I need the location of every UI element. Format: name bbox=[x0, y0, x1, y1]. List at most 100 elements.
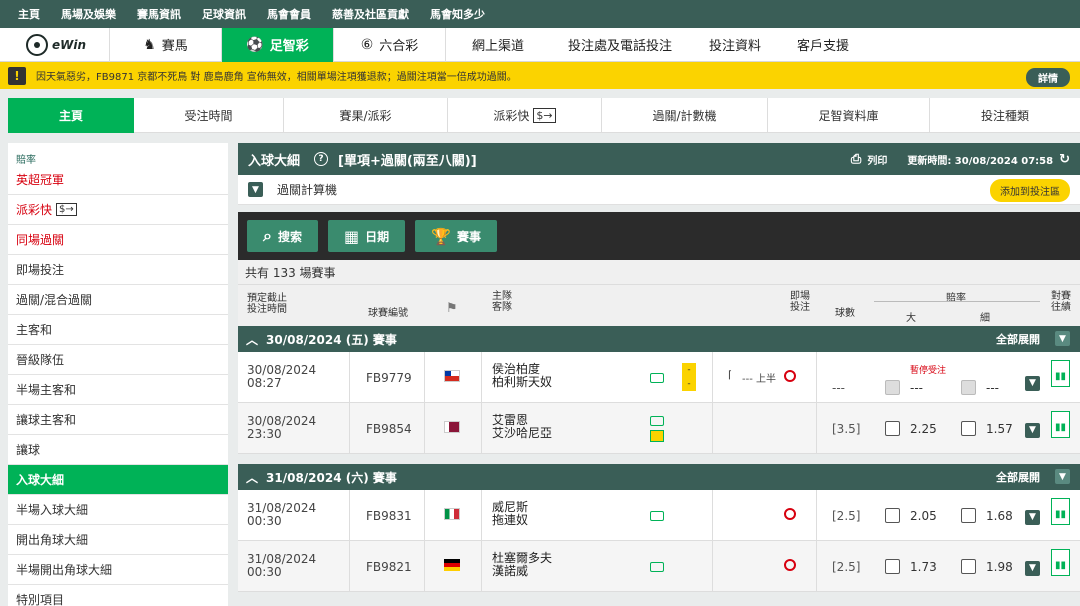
head-to-head-icon[interactable]: ▮▮ bbox=[1051, 498, 1070, 525]
sidebar-item-hilo[interactable]: 入球大細 bbox=[8, 465, 228, 495]
head-to-head-icon[interactable]: ▮▮ bbox=[1051, 360, 1070, 387]
head-to-head-icon[interactable]: ▮▮ bbox=[1051, 549, 1070, 576]
nav-marksix[interactable]: ⑥ 六合彩 bbox=[334, 27, 446, 62]
top-link-football-info[interactable]: 足球資訊 bbox=[202, 6, 246, 22]
low-checkbox[interactable] bbox=[961, 421, 976, 439]
goal-line: [2.5] bbox=[832, 509, 861, 523]
head-to-head-icon[interactable]: ▮▮ bbox=[1051, 411, 1070, 438]
high-checkbox[interactable] bbox=[885, 508, 900, 526]
nav-online-channel[interactable]: 網上渠道 bbox=[446, 28, 550, 62]
nav-support[interactable]: 客戶支援 bbox=[780, 28, 866, 62]
chevron-down-icon[interactable]: ▼ bbox=[1055, 469, 1070, 484]
hilo-panel: 入球大細 ? [單項+過關(兩至八關)] ⎙ 列印 更新時間: 30/08/20… bbox=[238, 143, 1080, 592]
sidebar-item-half-hda[interactable]: 半場主客和 bbox=[8, 375, 228, 405]
match-number[interactable]: FB9854 bbox=[366, 422, 412, 436]
header-time-line2: 投注時間 bbox=[247, 304, 287, 315]
search-button[interactable]: ⌕ 搜索 bbox=[247, 220, 318, 252]
print-button[interactable]: 列印 bbox=[867, 152, 887, 167]
high-checkbox[interactable] bbox=[885, 421, 900, 439]
subnav-schedule[interactable]: 受注時間 bbox=[134, 98, 284, 133]
sidebar-item-handicap-hda[interactable]: 讓球主客和 bbox=[8, 405, 228, 435]
sidebar-item-handicap[interactable]: 讓球 bbox=[8, 435, 228, 465]
date-group-header[interactable]: ︿ 30/08/2024 (五) 賽事 全部展開 ▼ bbox=[238, 326, 1080, 352]
low-odds: --- bbox=[986, 381, 999, 395]
low-checkbox[interactable] bbox=[961, 559, 976, 577]
sidebar-item-allup[interactable]: 過關/混合過關 bbox=[8, 285, 228, 315]
italy-flag-icon bbox=[444, 508, 460, 520]
notice-details-button[interactable]: 詳情 bbox=[1026, 68, 1070, 87]
chevron-down-icon[interactable]: ▼ bbox=[1025, 421, 1040, 438]
high-odds: --- bbox=[910, 381, 923, 395]
sidebar-item-specials[interactable]: 特別項目 bbox=[8, 585, 228, 606]
top-link-racing-info[interactable]: 賽馬資訊 bbox=[137, 6, 181, 22]
chevron-down-icon[interactable]: ▼ bbox=[1025, 508, 1040, 525]
refresh-icon[interactable]: ↻ bbox=[1059, 152, 1070, 167]
date-button[interactable]: ▦ 日期 bbox=[327, 220, 406, 252]
subnav-calculator[interactable]: 過關/計數機 bbox=[602, 98, 768, 133]
high-checkbox[interactable] bbox=[885, 559, 900, 577]
subnav-cashout[interactable]: 派彩快 $→ bbox=[448, 98, 602, 133]
sidebar-item-half-hilo[interactable]: 半場入球大細 bbox=[8, 495, 228, 525]
ewin-logo[interactable]: eWin bbox=[0, 27, 110, 62]
low-checkbox[interactable] bbox=[961, 508, 976, 526]
column-divider bbox=[424, 352, 425, 403]
match-teams[interactable]: 侯治柏度 柏利斯天奴 bbox=[492, 363, 552, 389]
match-count: 共有 133 場賽事 bbox=[238, 260, 1080, 284]
subnav-database[interactable]: 足智資料庫 bbox=[768, 98, 930, 133]
top-link-home[interactable]: 主頁 bbox=[18, 6, 40, 22]
chevron-down-icon[interactable]: ▼ bbox=[248, 182, 263, 197]
top-link-about[interactable]: 馬會知多少 bbox=[430, 6, 485, 22]
calendar-icon: ▦ bbox=[343, 226, 360, 246]
nav-racing[interactable]: ♞ 賽馬 bbox=[110, 27, 222, 62]
subnav-bet-types[interactable]: 投注種類 bbox=[930, 98, 1080, 133]
away-team: 拖連奴 bbox=[492, 513, 529, 527]
top-link-membership[interactable]: 馬會會員 bbox=[267, 6, 311, 22]
competition-button[interactable]: 🏆 賽事 bbox=[415, 220, 498, 252]
page-title: 入球大細 bbox=[248, 153, 301, 169]
sidebar-item-corner-hilo[interactable]: 開出角球大細 bbox=[8, 525, 228, 555]
date-group-header[interactable]: ︿ 31/08/2024 (六) 賽事 全部展開 ▼ bbox=[238, 464, 1080, 490]
expand-all-button[interactable]: 全部展開 bbox=[996, 331, 1040, 347]
nav-football[interactable]: ⚽ 足智彩 bbox=[222, 27, 334, 62]
nav-branch-telephone[interactable]: 投注處及電話投注 bbox=[550, 28, 690, 62]
germany-flag-icon bbox=[444, 559, 460, 571]
match-teams[interactable]: 杜塞爾多夫 漢諾威 bbox=[492, 552, 552, 578]
chevron-down-icon[interactable]: ▼ bbox=[1025, 374, 1040, 391]
chile-flag-icon bbox=[444, 370, 460, 382]
low-checkbox[interactable] bbox=[961, 380, 976, 398]
top-link-racecourse[interactable]: 馬場及娛樂 bbox=[61, 6, 116, 22]
high-checkbox[interactable] bbox=[885, 380, 900, 398]
subnav-results[interactable]: 賽果/派彩 bbox=[284, 98, 448, 133]
sidebar-item-epl-champion[interactable]: 英超冠軍 bbox=[8, 165, 228, 195]
notice-text: 因天氣惡劣，FB9871 京都不死鳥 對 鹿島鹿角 宣佈無效，相關單場注項獲退款… bbox=[36, 72, 517, 83]
sidebar-item-cashout[interactable]: 派彩快 $→ bbox=[8, 195, 228, 225]
chevron-down-icon[interactable]: ▼ bbox=[1025, 559, 1040, 576]
top-bar: 主頁 馬場及娛樂 賽馬資訊 足球資訊 馬會會員 慈善及社區貢獻 馬會知多少 bbox=[0, 0, 1080, 28]
header-teams: 主隊 客隊 bbox=[492, 291, 512, 313]
sidebar-item-same-game[interactable]: 同場過關 bbox=[8, 225, 228, 255]
calculator-label[interactable]: 過關計算機 bbox=[277, 181, 337, 198]
expand-all-button[interactable]: 全部展開 bbox=[996, 469, 1040, 485]
match-teams[interactable]: 威尼斯 拖連奴 bbox=[492, 501, 528, 527]
match-teams[interactable]: 艾雷恩 艾沙哈尼亞 bbox=[492, 414, 552, 440]
match-number[interactable]: FB9831 bbox=[366, 509, 412, 523]
sidebar-item-hda[interactable]: 主客和 bbox=[8, 315, 228, 345]
lottery-icon: ⑥ bbox=[360, 36, 374, 53]
sidebar-item-inplay[interactable]: 即場投注 bbox=[8, 255, 228, 285]
top-link-charity[interactable]: 慈善及社區貢獻 bbox=[332, 6, 409, 22]
print-icon[interactable]: ⎙ bbox=[851, 152, 861, 167]
add-to-slip-button[interactable]: 添加到投注區 bbox=[990, 179, 1070, 202]
nav-betting-info[interactable]: 投注資料 bbox=[690, 28, 780, 62]
subnav-home[interactable]: 主頁 bbox=[8, 98, 134, 133]
date-group-label: 30/08/2024 (五) 賽事 bbox=[266, 332, 397, 347]
column-divider bbox=[712, 352, 713, 403]
header-time-line1: 預定截止 bbox=[247, 293, 287, 304]
match-number[interactable]: FB9779 bbox=[366, 371, 412, 385]
chevron-down-icon[interactable]: ▼ bbox=[1055, 331, 1070, 346]
column-divider bbox=[349, 490, 350, 541]
help-icon[interactable]: ? bbox=[314, 152, 329, 166]
sidebar-item-half-corner-hilo[interactable]: 半場開出角球大細 bbox=[8, 555, 228, 585]
match-number[interactable]: FB9821 bbox=[366, 560, 412, 574]
nav-racing-label: 賽馬 bbox=[161, 39, 188, 54]
sidebar-item-to-qualify[interactable]: 晉級隊伍 bbox=[8, 345, 228, 375]
